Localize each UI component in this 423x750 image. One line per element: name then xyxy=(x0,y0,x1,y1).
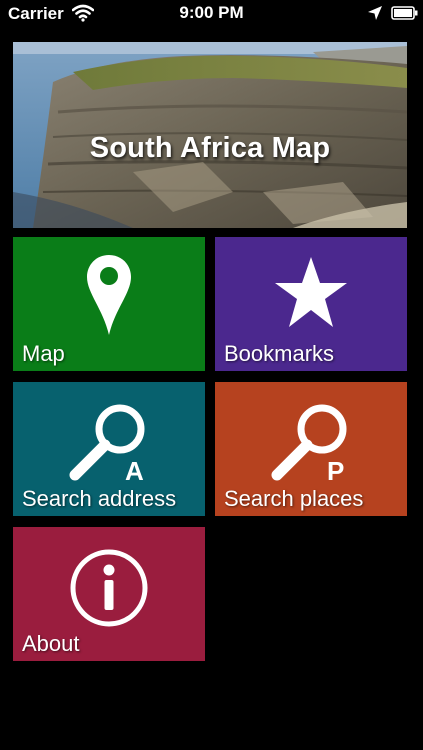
search-places-letter: P xyxy=(327,456,344,482)
star-icon xyxy=(275,257,347,327)
map-pin-icon xyxy=(87,255,131,335)
status-bar: Carrier 9:00 PM xyxy=(0,0,423,28)
app-title: South Africa Map xyxy=(89,132,331,164)
search-address-tile[interactable]: A Search address xyxy=(13,382,205,516)
battery-icon xyxy=(391,6,419,25)
map-tile[interactable]: Map xyxy=(13,237,205,371)
bookmarks-tile[interactable]: Bookmarks xyxy=(215,237,407,371)
map-tile-label: Map xyxy=(22,341,65,366)
search-places-tile-label: Search places xyxy=(224,486,364,511)
search-places-tile[interactable]: P Search places xyxy=(215,382,407,516)
search-address-icon: A xyxy=(69,404,145,482)
status-time: 9:00 PM xyxy=(179,3,244,22)
search-address-tile-label: Search address xyxy=(22,486,177,511)
about-tile[interactable]: About xyxy=(13,527,205,661)
location-arrow-icon xyxy=(367,5,383,26)
search-places-icon: P xyxy=(271,404,347,482)
about-tile-label: About xyxy=(22,631,80,656)
hero-banner: South Africa Map xyxy=(13,42,407,228)
search-address-letter: A xyxy=(125,456,144,482)
bookmarks-tile-label: Bookmarks xyxy=(224,341,335,366)
info-icon xyxy=(70,549,148,627)
